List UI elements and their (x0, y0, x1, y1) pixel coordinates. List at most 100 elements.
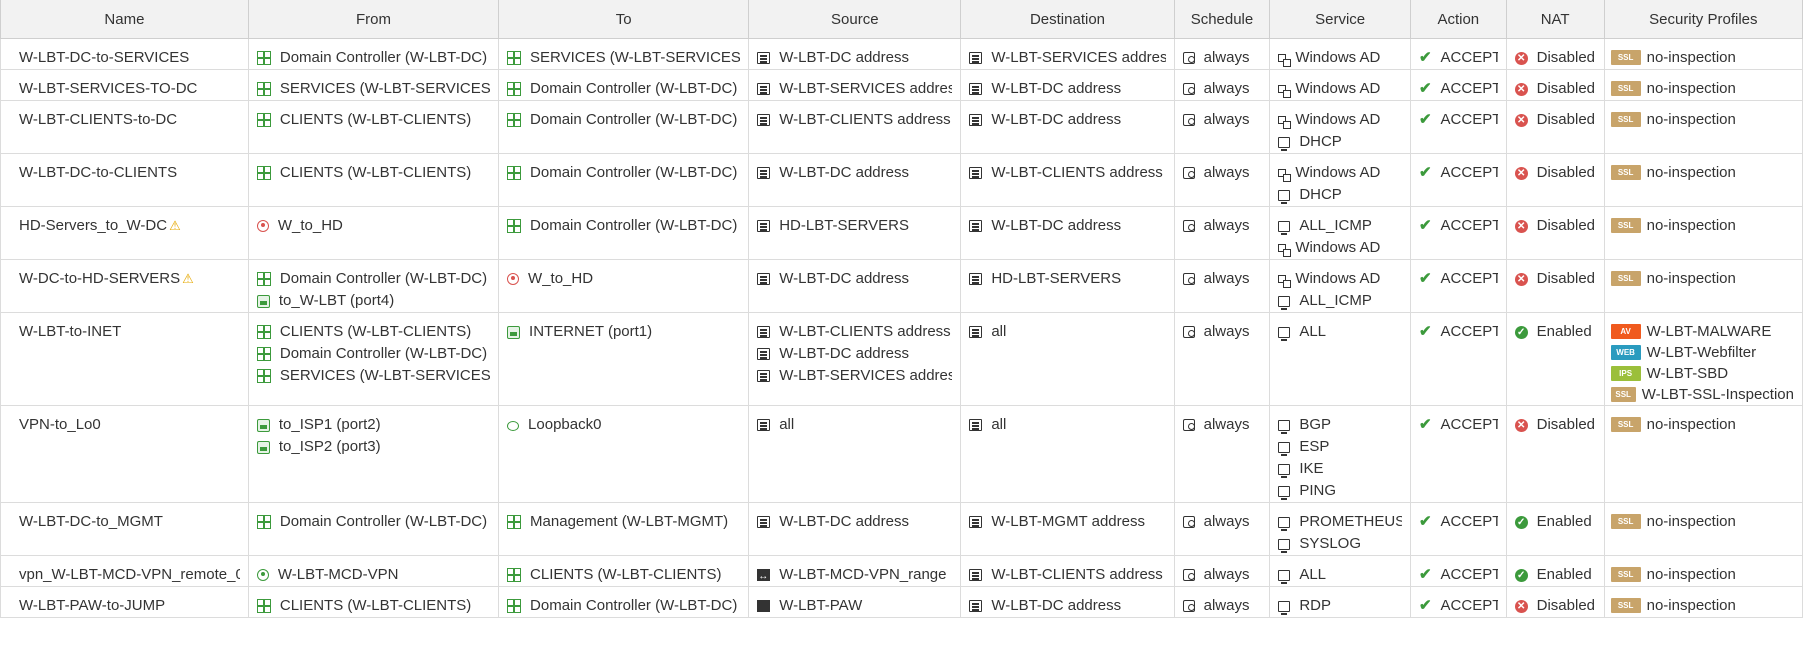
policy-name[interactable]: W-DC-to-HD-SERVERS ⚠ (9, 268, 240, 290)
nat-cell[interactable]: ✓ Enabled (1505, 502, 1605, 556)
service-entry[interactable]: DHCP (1278, 131, 1402, 153)
from-entry[interactable]: SERVICES (W-LBT-SERVICES) (256, 365, 490, 387)
destination-cell[interactable]: W-LBT-CLIENTS address (960, 555, 1175, 587)
to-cell[interactable]: Domain Controller (W-LBT-DC) (498, 586, 750, 618)
to-cell[interactable]: SERVICES (W-LBT-SERVICES) (498, 38, 750, 70)
to-cell[interactable]: INTERNET (port1) (498, 312, 750, 406)
nat-entry[interactable]: ✕ Disabled (1514, 268, 1596, 290)
source-entry[interactable]: W-LBT-DC address (757, 162, 952, 184)
policy-name[interactable]: W-LBT-PAW-to-JUMP (9, 595, 240, 617)
destination-cell[interactable]: W-LBT-DC address (960, 100, 1175, 154)
schedule-entry[interactable]: always (1182, 215, 1262, 237)
source-entry[interactable]: W-LBT-DC address (757, 268, 952, 290)
policy-name-label[interactable]: W-LBT-DC-to_MGMT (19, 511, 163, 533)
policy-name[interactable]: W-LBT-DC-to_MGMT (9, 511, 240, 533)
service-entry[interactable]: ALL (1278, 564, 1402, 586)
destination-cell[interactable]: W-LBT-SERVICES address (960, 38, 1175, 70)
from-entry[interactable]: to_ISP1 (port2) (256, 414, 490, 436)
nat-entry[interactable]: ✕ Disabled (1514, 162, 1596, 184)
service-entry[interactable]: ALL (1278, 321, 1402, 343)
source-cell[interactable]: W-LBT-SERVICES address (748, 69, 962, 101)
service-cell[interactable]: ALL (1269, 555, 1411, 587)
from-entry[interactable]: CLIENTS (W-LBT-CLIENTS) (256, 321, 490, 343)
nat-entry[interactable]: ✕ Disabled (1514, 78, 1596, 100)
destination-cell[interactable]: W-LBT-CLIENTS address (960, 153, 1175, 207)
action-cell[interactable]: ✔ ACCEPT (1409, 153, 1507, 207)
source-cell[interactable]: W-LBT-CLIENTS address (748, 100, 962, 154)
policy-name[interactable]: W-LBT-SERVICES-TO-DC (9, 78, 240, 100)
schedule-entry[interactable]: always (1182, 564, 1262, 586)
security-profiles-cell[interactable]: SSL no-inspection (1603, 153, 1803, 207)
service-cell[interactable]: RDP (1269, 586, 1411, 618)
schedule-cell[interactable]: always (1173, 586, 1271, 618)
policy-name[interactable]: VPN-to_Lo0 (9, 414, 240, 436)
nat-entry[interactable]: ✕ Disabled (1514, 414, 1596, 436)
action-entry[interactable]: ✔ ACCEPT (1419, 564, 1498, 586)
source-entry[interactable]: W-LBT-DC address (757, 511, 952, 533)
source-cell[interactable]: HD-LBT-SERVERS (748, 206, 962, 260)
schedule-entry[interactable]: always (1182, 414, 1262, 436)
destination-entry[interactable]: W-LBT-CLIENTS address (969, 564, 1165, 586)
service-entry[interactable]: DHCP (1278, 184, 1402, 206)
service-entry[interactable]: SYSLOG (1278, 533, 1402, 555)
service-entry[interactable]: Windows AD (1278, 237, 1402, 259)
action-entry[interactable]: ✔ ACCEPT (1419, 215, 1498, 237)
policy-name-label[interactable]: vpn_W-LBT-MCD-VPN_remote_0 (19, 564, 240, 586)
table-row[interactable]: W-LBT-to-INET CLIENTS (W-LBT-CLIENTS) Doma… (0, 312, 1803, 406)
nat-entry[interactable]: ✓ Enabled (1514, 564, 1596, 586)
schedule-entry[interactable]: always (1182, 511, 1262, 533)
nat-entry[interactable]: ✕ Disabled (1514, 47, 1596, 69)
source-cell[interactable]: W-LBT-DC address (748, 259, 962, 313)
from-entry[interactable]: Domain Controller (W-LBT-DC) (256, 47, 490, 69)
policy-name-label[interactable]: HD-Servers_to_W-DC (19, 215, 167, 237)
column-header-source[interactable]: Source (748, 0, 962, 39)
service-cell[interactable]: BGP ESP IKE PING (1269, 405, 1411, 503)
policy-name-cell[interactable]: W-DC-to-HD-SERVERS ⚠ (0, 259, 249, 313)
action-entry[interactable]: ✔ ACCEPT (1419, 414, 1498, 436)
from-cell[interactable]: SERVICES (W-LBT-SERVICES) (247, 69, 500, 101)
security-profile-entry[interactable]: SSL no-inspection (1610, 78, 1794, 99)
to-cell[interactable]: Domain Controller (W-LBT-DC) (498, 69, 750, 101)
service-cell[interactable]: Windows AD (1269, 38, 1411, 70)
service-entry[interactable]: Windows AD (1278, 78, 1402, 100)
security-profile-entry[interactable]: SSL no-inspection (1610, 268, 1794, 289)
to-cell[interactable]: Loopback0 (498, 405, 750, 503)
service-cell[interactable]: ALL (1269, 312, 1411, 406)
destination-entry[interactable]: all (969, 414, 1165, 436)
to-entry[interactable]: W_to_HD (507, 268, 740, 290)
action-cell[interactable]: ✔ ACCEPT (1409, 206, 1507, 260)
from-cell[interactable]: CLIENTS (W-LBT-CLIENTS) (247, 586, 500, 618)
destination-entry[interactable]: HD-LBT-SERVERS (969, 268, 1165, 290)
policy-name[interactable]: W-LBT-DC-to-SERVICES (9, 47, 240, 69)
column-header-name[interactable]: Name (0, 0, 249, 39)
schedule-entry[interactable]: always (1182, 595, 1262, 617)
security-profiles-cell[interactable]: SSL no-inspection (1603, 502, 1803, 556)
policy-name-cell[interactable]: W-LBT-PAW-to-JUMP (0, 586, 249, 618)
policy-name-cell[interactable]: W-LBT-CLIENTS-to-DC (0, 100, 249, 154)
service-entry[interactable]: ALL_ICMP (1278, 215, 1402, 237)
security-profiles-cell[interactable]: SSL no-inspection (1603, 69, 1803, 101)
destination-cell[interactable]: W-LBT-DC address (960, 69, 1175, 101)
nat-cell[interactable]: ✕ Disabled (1505, 259, 1605, 313)
action-cell[interactable]: ✔ ACCEPT (1409, 69, 1507, 101)
destination-entry[interactable]: W-LBT-SERVICES address (969, 47, 1166, 69)
destination-entry[interactable]: W-LBT-DC address (969, 595, 1165, 617)
schedule-cell[interactable]: always (1173, 259, 1271, 313)
table-row[interactable]: W-LBT-DC-to-SERVICES Domain Controller (W… (0, 38, 1803, 70)
service-cell[interactable]: Windows AD DHCP (1269, 100, 1411, 154)
from-cell[interactable]: CLIENTS (W-LBT-CLIENTS) Domain Controller… (247, 312, 500, 406)
nat-cell[interactable]: ✕ Disabled (1505, 586, 1605, 618)
to-cell[interactable]: CLIENTS (W-LBT-CLIENTS) (498, 555, 750, 587)
service-entry[interactable]: Windows AD (1278, 109, 1402, 131)
column-header-destination[interactable]: Destination (960, 0, 1175, 39)
to-entry[interactable]: Domain Controller (W-LBT-DC) (507, 162, 740, 184)
from-entry[interactable]: Domain Controller (W-LBT-DC) (256, 268, 490, 290)
nat-cell[interactable]: ✓ Enabled (1505, 555, 1605, 587)
destination-cell[interactable]: W-LBT-DC address (960, 206, 1175, 260)
source-entry[interactable]: W-LBT-SERVICES address (757, 365, 952, 387)
destination-entry[interactable]: W-LBT-DC address (969, 109, 1165, 131)
nat-cell[interactable]: ✕ Disabled (1505, 38, 1605, 70)
destination-entry[interactable]: W-LBT-CLIENTS address (969, 162, 1165, 184)
service-entry[interactable]: PROMETHEUS (1278, 511, 1402, 533)
schedule-cell[interactable]: always (1173, 502, 1271, 556)
